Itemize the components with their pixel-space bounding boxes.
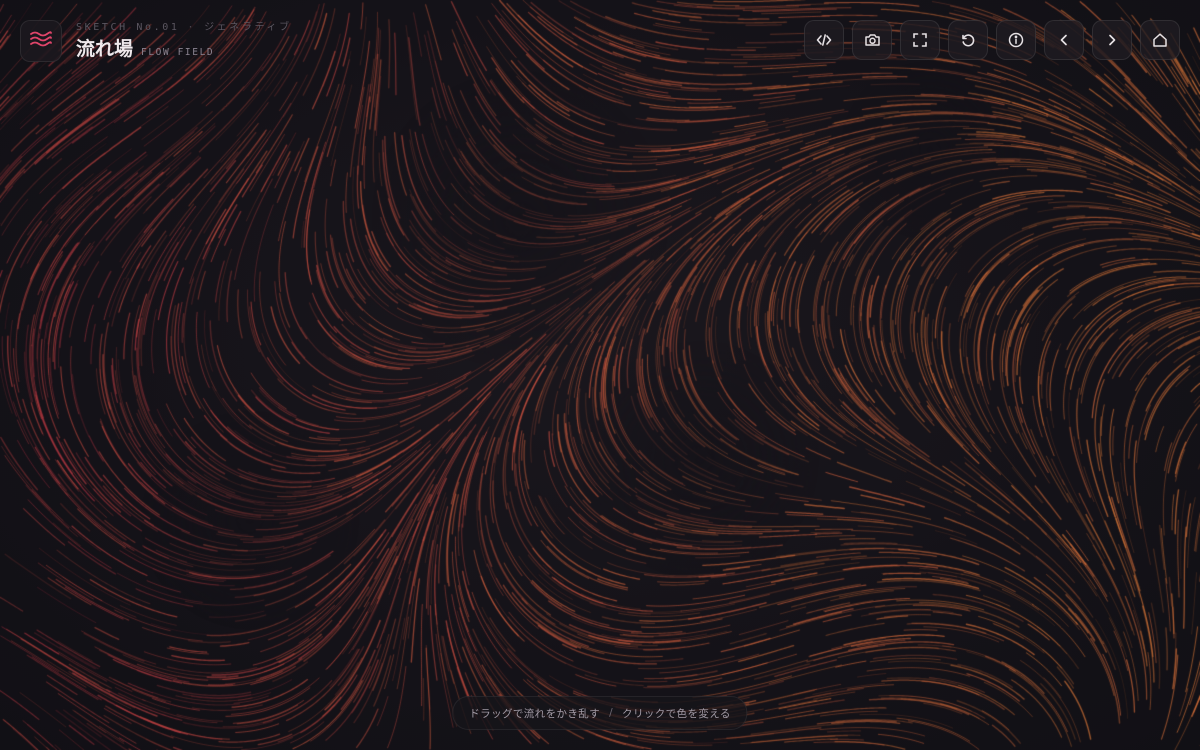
- fullscreen-icon: [912, 32, 928, 48]
- screenshot-button[interactable]: [852, 20, 892, 60]
- brand-header: SKETCH No.01 · ジェネラティブ 流れ場 FLOW FIELD: [20, 20, 292, 62]
- reset-icon: [960, 32, 976, 48]
- sketch-number: SKETCH No.01: [76, 22, 180, 33]
- waves-icon: [30, 30, 52, 52]
- next-button[interactable]: [1092, 20, 1132, 60]
- chevron-left-icon: [1056, 32, 1072, 48]
- page-subtitle: FLOW FIELD: [141, 47, 215, 58]
- kicker-separator: ·: [187, 22, 197, 33]
- sketch-stage: SKETCH No.01 · ジェネラティブ 流れ場 FLOW FIELD ドラ…: [0, 0, 1200, 750]
- previous-button[interactable]: [1044, 20, 1084, 60]
- info-button[interactable]: [996, 20, 1036, 60]
- code-button[interactable]: [804, 20, 844, 60]
- sketch-category: ジェネラティブ: [204, 22, 292, 33]
- info-icon: [1008, 32, 1024, 48]
- hint-click: クリックで色を変える: [622, 707, 731, 720]
- hint-drag: ドラッグで流れをかき乱す: [469, 707, 601, 720]
- interaction-hint: ドラッグで流れをかき乱す / クリックで色を変える: [452, 696, 748, 730]
- sketch-kicker: SKETCH No.01 · ジェネラティブ: [76, 21, 292, 35]
- camera-icon: [864, 32, 881, 48]
- home-icon: [1152, 32, 1168, 48]
- chevron-right-icon: [1104, 32, 1120, 48]
- reset-button[interactable]: [948, 20, 988, 60]
- title-block: SKETCH No.01 · ジェネラティブ 流れ場 FLOW FIELD: [76, 21, 292, 61]
- hint-separator: /: [609, 707, 614, 719]
- page-title: 流れ場: [76, 38, 134, 60]
- logo-tile[interactable]: [20, 20, 62, 62]
- toolbar: [804, 20, 1180, 60]
- flow-field-canvas[interactable]: [0, 0, 1200, 750]
- fullscreen-button[interactable]: [900, 20, 940, 60]
- home-button[interactable]: [1140, 20, 1180, 60]
- code-icon: [816, 32, 832, 48]
- title-row: 流れ場 FLOW FIELD: [76, 37, 292, 61]
